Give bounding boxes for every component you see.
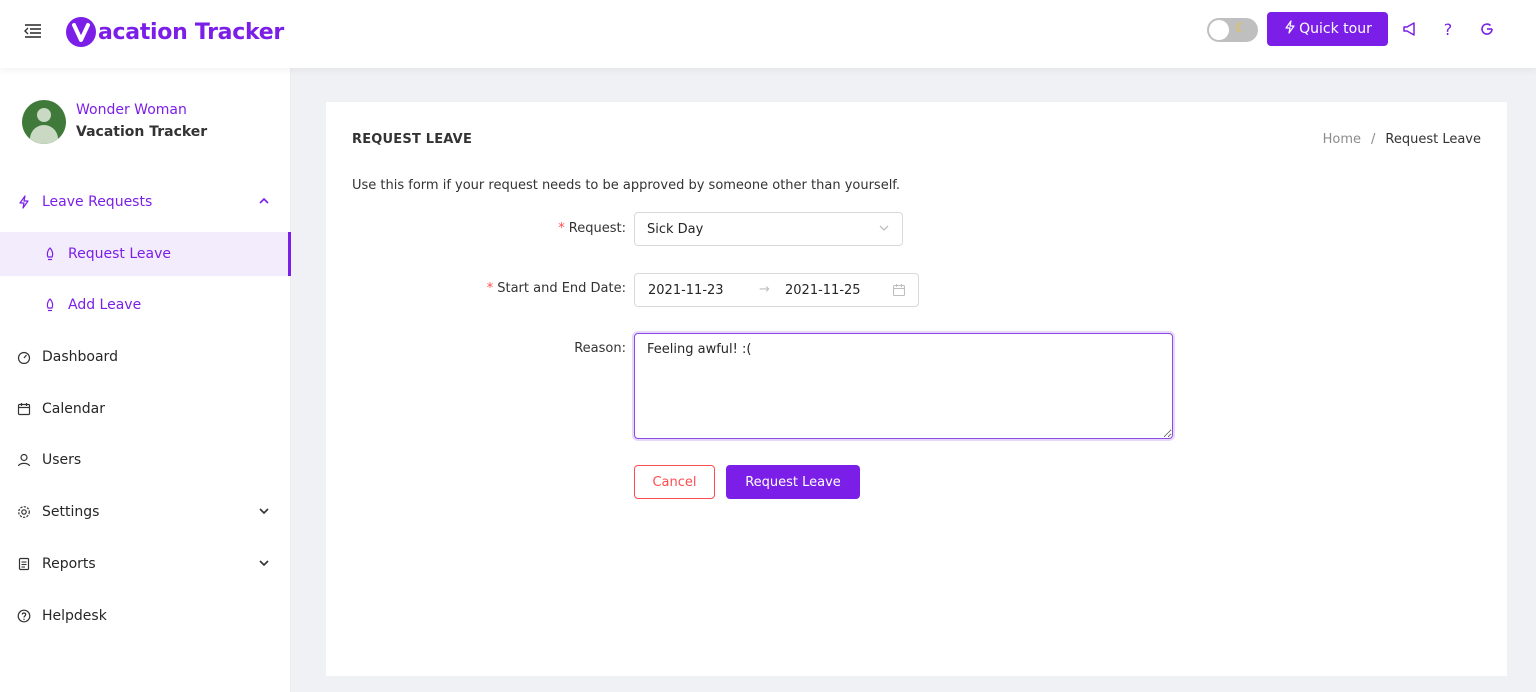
arrow-right-icon: → (759, 282, 770, 297)
user-icon (16, 452, 32, 468)
sidebar-item-label: Dashboard (42, 349, 118, 365)
sidebar-item-add-leave[interactable]: Add Leave (0, 284, 291, 326)
menu-toggle-icon[interactable] (22, 20, 44, 42)
breadcrumb-home-link[interactable]: Home (1323, 132, 1361, 147)
calendar-icon (16, 401, 32, 417)
sidebar-item-label: Reports (42, 556, 96, 572)
lightning-icon (1283, 20, 1297, 38)
rocket-icon (42, 246, 58, 262)
avatar (22, 100, 66, 144)
quick-tour-label: Quick tour (1299, 21, 1372, 37)
moon-icon: ☾ (1235, 21, 1247, 36)
request-leave-card: REQUEST LEAVE Home / Request Leave Use t… (326, 102, 1507, 676)
chevron-up-icon (258, 195, 270, 210)
sidebar-item-label: Settings (42, 504, 100, 520)
chevron-down-icon (258, 557, 270, 572)
start-date-input[interactable]: 2021-11-23 (648, 283, 724, 298)
lightning-icon (16, 194, 32, 210)
toggle-knob (1209, 20, 1229, 40)
sidebar-item-request-leave[interactable]: Request Leave (0, 232, 291, 276)
sidebar-item-dashboard[interactable]: Dashboard (0, 336, 291, 378)
form-intro-text: Use this form if your request needs to b… (352, 178, 901, 193)
breadcrumb: Home / Request Leave (1323, 132, 1481, 147)
required-marker: * (486, 281, 494, 296)
breadcrumb-separator: / (1371, 132, 1376, 147)
company-name: Vacation Tracker (76, 124, 208, 140)
required-marker: * (558, 221, 565, 236)
sidebar-item-reports[interactable]: Reports (0, 543, 291, 585)
refresh-icon[interactable] (1477, 19, 1497, 39)
sidebar-item-label: Request Leave (68, 246, 171, 262)
sidebar-item-calendar[interactable]: Calendar (0, 388, 291, 430)
dashboard-icon (16, 349, 32, 365)
request-label: * Request: (558, 221, 626, 236)
quick-tour-button[interactable]: Quick tour (1267, 12, 1388, 46)
reason-textarea[interactable]: Feeling awful! :( (634, 333, 1173, 439)
app-name: acation Tracker (98, 19, 284, 45)
sidebar-item-label: Leave Requests (42, 194, 153, 210)
cancel-button[interactable]: Cancel (634, 465, 715, 499)
user-name: Wonder Woman (76, 102, 187, 118)
reason-label: Reason: (574, 341, 626, 356)
sidebar-item-label: Helpdesk (42, 608, 107, 624)
sidebar: Wonder Woman Vacation Tracker Leave Requ… (0, 68, 291, 692)
dark-mode-toggle[interactable]: ☾ (1207, 18, 1258, 42)
megaphone-icon[interactable] (1400, 19, 1420, 39)
report-icon (16, 556, 32, 572)
logo-mark-icon (66, 17, 96, 47)
user-block[interactable]: Wonder Woman Vacation Tracker (22, 100, 207, 144)
gear-icon (16, 504, 32, 520)
chevron-down-icon (258, 505, 270, 520)
calendar-icon[interactable] (892, 283, 906, 301)
breadcrumb-current: Request Leave (1385, 132, 1481, 147)
sidebar-item-users[interactable]: Users (0, 439, 291, 481)
top-header: acation Tracker ☾ Quick tour ? (0, 0, 1536, 68)
request-type-value: Sick Day (647, 221, 704, 237)
page-title: REQUEST LEAVE (352, 132, 473, 147)
sidebar-item-label: Users (42, 452, 82, 468)
date-range-picker[interactable]: 2021-11-23 → 2021-11-25 (634, 273, 919, 307)
end-date-input[interactable]: 2021-11-25 (785, 283, 861, 298)
sidebar-item-settings[interactable]: Settings (0, 491, 291, 533)
sidebar-item-leave-requests[interactable]: Leave Requests (0, 181, 291, 223)
sidebar-item-label: Add Leave (68, 297, 142, 313)
sidebar-item-label: Calendar (42, 401, 105, 417)
app-logo[interactable]: acation Tracker (66, 16, 284, 48)
help-circle-icon (16, 608, 32, 624)
sidebar-item-helpdesk[interactable]: Helpdesk (0, 595, 291, 637)
request-type-select[interactable]: Sick Day (634, 212, 903, 246)
chevron-down-icon (878, 222, 890, 237)
help-icon[interactable]: ? (1438, 19, 1458, 39)
date-range-label: * Start and End Date: (486, 281, 626, 296)
request-leave-button[interactable]: Request Leave (726, 465, 860, 499)
rocket-icon (42, 297, 58, 313)
